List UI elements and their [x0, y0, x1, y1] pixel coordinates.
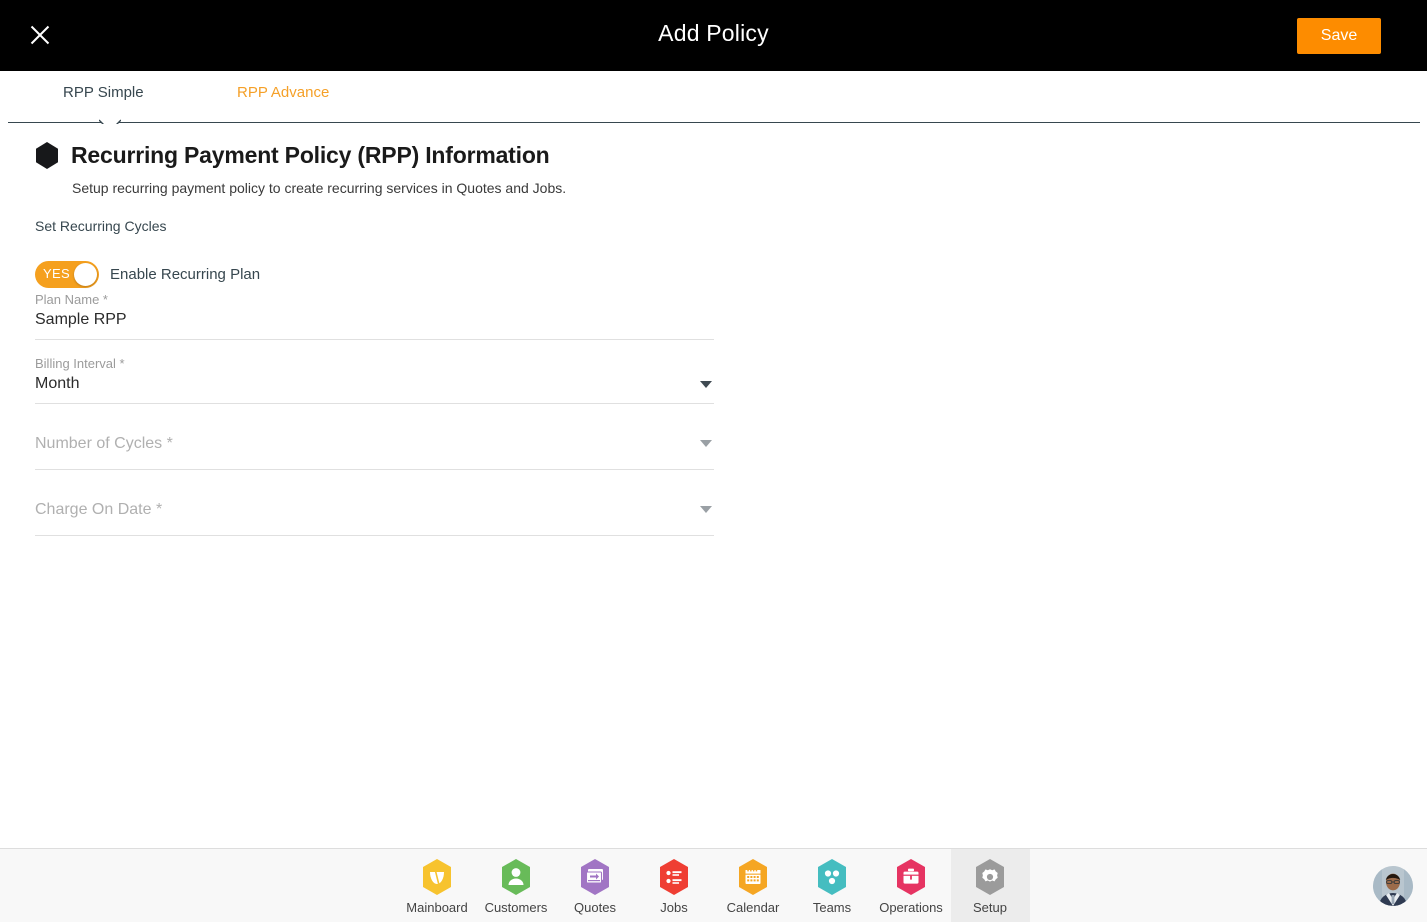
nav-item-jobs[interactable]: Jobs	[635, 849, 714, 922]
customers-icon	[502, 858, 530, 895]
nav-item-calendar[interactable]: Calendar	[714, 849, 793, 922]
nav-item-operations[interactable]: Operations	[872, 849, 951, 922]
page-title: Add Policy	[658, 20, 769, 46]
tab-rpp-advance[interactable]: RPP Advance	[237, 84, 329, 101]
hexagon-icon	[36, 142, 58, 169]
nav-item-teams[interactable]: Teams	[793, 849, 872, 922]
add-policy-screen: Add Policy Save RPP Simple RPP Advance R…	[0, 0, 1427, 922]
nav-label-quotes: Quotes	[574, 899, 616, 915]
chevron-down-icon-charge-on-date[interactable]	[700, 506, 712, 513]
nav-label-mainboard: Mainboard	[406, 899, 468, 915]
section-title: Recurring Payment Policy (RPP) Informati…	[71, 142, 550, 168]
nav-label-operations: Operations	[879, 899, 943, 915]
toggle-knob	[74, 263, 97, 286]
field-plan-name[interactable]: Plan Name * Sample RPP	[35, 292, 714, 340]
nav-label-jobs: Jobs	[660, 899, 688, 915]
calendar-icon	[739, 858, 767, 895]
nav-label-calendar: Calendar	[726, 899, 780, 915]
quotes-icon	[581, 858, 609, 895]
enable-recurring-plan-row: YES Enable Recurring Plan	[35, 261, 260, 288]
field-charge-on-date[interactable]: Charge On Date *	[35, 488, 714, 536]
mainboard-icon	[423, 858, 451, 895]
tab-bar: RPP Simple RPP Advance	[0, 71, 1427, 124]
nav-label-customers: Customers	[484, 899, 548, 915]
nav-label-setup: Setup	[973, 899, 1007, 915]
enable-recurring-plan-label: Enable Recurring Plan	[110, 266, 261, 283]
field-label-billing-interval: Billing Interval *	[35, 356, 125, 371]
field-placeholder-number-of-cycles: Number of Cycles *	[35, 435, 173, 452]
enable-recurring-plan-toggle[interactable]: YES	[35, 261, 99, 288]
chevron-down-icon-billing-interval[interactable]	[700, 381, 712, 388]
tab-divider	[8, 122, 1420, 123]
top-bar: Add Policy Save	[0, 0, 1427, 71]
section-header: Recurring Payment Policy (RPP) Informati…	[35, 142, 550, 169]
chevron-down-icon-number-of-cycles[interactable]	[700, 440, 712, 447]
nav-item-mainboard[interactable]: Mainboard	[398, 849, 477, 922]
teams-icon	[818, 858, 846, 895]
section-subtitle: Setup recurring payment policy to create…	[72, 180, 567, 196]
content-area: Recurring Payment Policy (RPP) Informati…	[0, 124, 1427, 848]
field-value-plan-name: Sample RPP	[35, 311, 127, 328]
field-number-of-cycles[interactable]: Number of Cycles *	[35, 422, 714, 470]
field-value-billing-interval: Month	[35, 375, 80, 392]
field-billing-interval[interactable]: Billing Interval * Month	[35, 356, 714, 404]
save-button[interactable]: Save	[1297, 18, 1381, 54]
nav-item-customers[interactable]: Customers	[477, 849, 556, 922]
setup-icon	[976, 858, 1004, 895]
nav-label-teams: Teams	[812, 899, 852, 915]
bottom-nav-bar: Mainboard Customers Quotes Jobs Calendar…	[0, 848, 1427, 922]
jobs-icon	[660, 858, 688, 895]
user-avatar-icon	[1373, 866, 1413, 906]
nav-item-setup[interactable]: Setup	[950, 849, 1030, 922]
field-label-plan-name: Plan Name *	[35, 292, 108, 307]
avatar[interactable]	[1373, 866, 1413, 906]
bottom-nav-items: Mainboard Customers Quotes Jobs Calendar…	[0, 849, 1427, 922]
group-label-set-recurring-cycles: Set Recurring Cycles	[35, 218, 167, 234]
nav-item-quotes[interactable]: Quotes	[556, 849, 635, 922]
field-placeholder-charge-on-date: Charge On Date *	[35, 501, 163, 518]
tab-rpp-simple[interactable]: RPP Simple	[63, 84, 144, 101]
operations-icon	[897, 858, 925, 895]
toggle-state-text: YES	[43, 266, 70, 281]
